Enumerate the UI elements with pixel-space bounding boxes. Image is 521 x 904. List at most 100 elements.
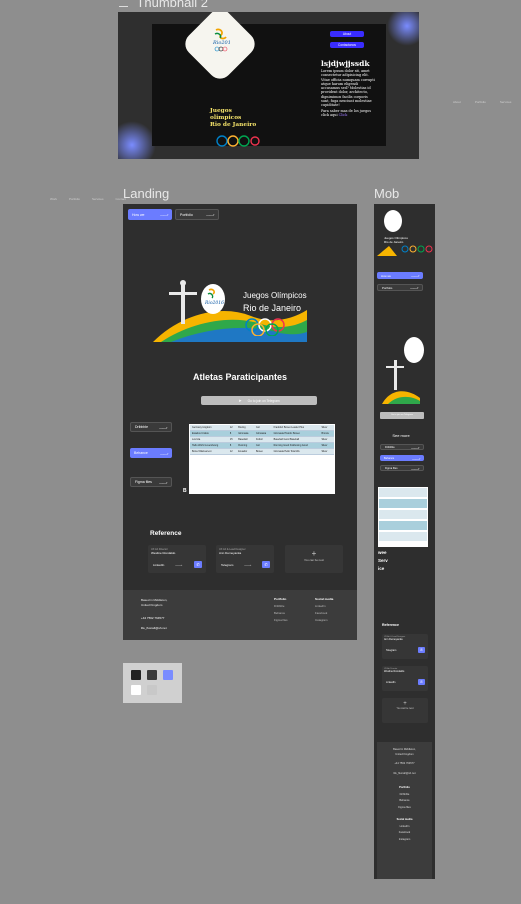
- mob-reference-card-2[interactable]: UX Art Director Wesline Rondaldo LinkedI…: [382, 666, 428, 691]
- reference-title: Reference: [150, 530, 182, 537]
- side-button-dribbble[interactable]: Dribbble ——›: [130, 422, 172, 432]
- footer-location: Based in Middleton, United Kingdom: [141, 598, 167, 607]
- footer-portfolio-item[interactable]: Dribbble: [274, 603, 288, 610]
- footer-social-item[interactable]: Instagram: [315, 617, 333, 624]
- footer-location-line2: United Kingdom: [141, 602, 163, 607]
- mob-button-dribbble[interactable]: Dribbble ——›: [380, 444, 424, 450]
- mob-hero-badge: [384, 210, 402, 232]
- reference-link-1[interactable]: LinkedIn ——›: [153, 563, 182, 567]
- mob-table-row: [379, 532, 427, 541]
- mob-table-row: [379, 499, 427, 508]
- mob-footer-social-item[interactable]: Instagram: [377, 838, 432, 843]
- side-button-behance-label: Behance: [134, 451, 148, 455]
- reference-link-2-label: Telegram: [221, 563, 234, 567]
- arrow-right-icon: ——›: [412, 455, 420, 461]
- mob-footer-portfolio-item[interactable]: Figma files: [377, 806, 432, 811]
- swatch-dark-gray[interactable]: [147, 670, 157, 680]
- thumbnail-more: Para saber mas de los juegos click aqui …: [321, 109, 377, 118]
- landing-frame[interactable]: How we ——› Portfolio ——› Rio2016 Juegos …: [123, 204, 357, 640]
- small-nav-services[interactable]: Services: [92, 197, 104, 201]
- table-cell: 12: [227, 448, 237, 455]
- mob-footer-email[interactable]: life_fluxrafi@sh.net: [377, 772, 432, 777]
- swatch-blue[interactable]: [163, 670, 173, 680]
- mob-telegram-button[interactable]: Go to join on Telegram: [380, 412, 424, 419]
- footer-portfolio-item[interactable]: Figma files: [274, 617, 288, 624]
- footer-social-item[interactable]: Facebook: [315, 610, 333, 617]
- table-cell: Bona Villarreal ext: [190, 448, 228, 455]
- swatch-light-gray[interactable]: [147, 685, 157, 695]
- mob-nav-how-we-label: How we: [381, 273, 391, 278]
- side-button-dribbble-label: Dribbble: [135, 425, 149, 429]
- mob-footer-portfolio-item[interactable]: Behance: [377, 799, 432, 804]
- phone-icon[interactable]: ✆: [194, 561, 202, 568]
- reference-link-1-label: LinkedIn: [153, 563, 165, 567]
- mob-side-text-3: ice: [378, 566, 385, 571]
- mob-footer-portfolio-item[interactable]: Dribbble: [377, 793, 432, 798]
- landing-nav-how-we[interactable]: How we ——›: [128, 209, 172, 220]
- phone-icon[interactable]: ✆: [262, 561, 270, 568]
- color-swatches-panel[interactable]: [123, 663, 182, 703]
- hero-rings-icon: [243, 316, 295, 337]
- footer-phone[interactable]: +44 7562 764577: [141, 616, 164, 620]
- right-link-portfolio[interactable]: Portfolio: [475, 100, 486, 104]
- add-reference-card[interactable]: + You can be next: [285, 545, 343, 573]
- frame-grid-icon: [119, 0, 128, 7]
- svg-text:Rio2016: Rio2016: [204, 300, 224, 306]
- mob-statue-art: [380, 334, 432, 404]
- reference-link-2[interactable]: Telegram ——›: [221, 563, 251, 567]
- thumbnail-frame-label[interactable]: Thumbnail 2: [136, 0, 208, 10]
- mob-frame-label[interactable]: Mob: [374, 186, 399, 201]
- contact-button[interactable]: Contactanos: [330, 42, 364, 48]
- mob-nav-portfolio[interactable]: Portfolio ——›: [377, 284, 423, 291]
- mob-see-more[interactable]: See more: [374, 433, 428, 438]
- thumbnail-frame[interactable]: Rio2016 About Contactanos lsjdjwjjssdk L…: [118, 12, 419, 159]
- thumbnail-body: Lorem ipsum dolor sit, amet consectetur …: [321, 69, 377, 117]
- about-button[interactable]: About: [330, 31, 364, 37]
- table-cell: Boxeo: [253, 448, 272, 455]
- right-link-services[interactable]: Services: [500, 100, 512, 104]
- arrow-right-icon: ——›: [160, 450, 168, 456]
- mob-button-figma[interactable]: Figma files ——›: [380, 465, 424, 471]
- mob-footer-social-item[interactable]: Facebook: [377, 831, 432, 836]
- mob-add-reference-label: You can be next: [396, 707, 414, 710]
- thumbnail-more-link[interactable]: Click: [339, 113, 348, 117]
- mob-nav-how-we[interactable]: How we ——›: [377, 272, 423, 279]
- footer-email[interactable]: life_fluxrafi@sh.net: [141, 626, 167, 630]
- athletes-table: Germany kingdom 12 Boxing Gol Frankfurt Boxe…: [190, 425, 334, 455]
- mob-add-reference-card[interactable]: + You can be next: [382, 698, 428, 723]
- small-nav-work[interactable]: Work: [50, 197, 57, 201]
- footer-portfolio-item[interactable]: Behance: [274, 610, 288, 617]
- footer-social-item[interactable]: LinkedIn: [315, 603, 333, 610]
- phone-icon[interactable]: ✆: [418, 647, 425, 653]
- reference-card-1[interactable]: UX Art Director Wesline Rondaldo LinkedI…: [148, 545, 206, 573]
- mob-side-text-2: Serv: [378, 558, 388, 563]
- glow-bottom-left: [118, 121, 156, 159]
- mob-telegram-label: Go to join on Telegram: [391, 414, 413, 416]
- side-button-behance[interactable]: Behance ——›: [130, 448, 172, 458]
- side-button-figma[interactable]: Figma files ——›: [130, 477, 172, 487]
- mob-reference-link-2[interactable]: LinkedIn: [386, 681, 395, 684]
- right-link-about[interactable]: About: [453, 100, 461, 104]
- telegram-button[interactable]: ➤ Go to join on Telegram: [201, 396, 317, 405]
- landing-frame-label[interactable]: Landing: [123, 186, 169, 201]
- telegram-button-label: Go to join on Telegram: [247, 398, 280, 403]
- mob-reference-link-1[interactable]: Telegram: [386, 649, 396, 652]
- mob-reference-card-1[interactable]: UX Art & Lead Designer Ann Demeyanka Tel…: [382, 634, 428, 659]
- phone-icon[interactable]: ✆: [418, 679, 425, 685]
- landing-nav-portfolio-label: Portfolio: [180, 212, 193, 217]
- side-button-figma-label: Figma files: [135, 480, 152, 484]
- swatch-white[interactable]: [131, 685, 141, 695]
- mob-footer-phone[interactable]: +44 7562 764577: [377, 762, 432, 767]
- arrow-right-icon: ——›: [411, 444, 419, 450]
- small-nav-portfolio[interactable]: Portfolio: [69, 197, 80, 201]
- rio-logo-icon: Rio2016: [212, 28, 235, 54]
- mob-footer-social-item[interactable]: LinkedIn: [377, 825, 432, 830]
- mob-button-behance[interactable]: Behance ——›: [380, 455, 424, 461]
- mob-frame[interactable]: Juegos Olímpicos Rio de Janeiro How we ——…: [374, 204, 435, 879]
- footer-social-col: Social media LinkedIn Facebook Instagram: [315, 596, 333, 624]
- thumbnail-body-text: Lorem ipsum dolor sit, amet consectetur …: [321, 69, 375, 108]
- arrow-right-icon: ——›: [175, 563, 183, 567]
- landing-nav-portfolio[interactable]: Portfolio ——›: [175, 209, 219, 220]
- swatch-black[interactable]: [131, 670, 141, 680]
- reference-card-2[interactable]: UX Art & Lead Designer Ann Demeyanka Tel…: [216, 545, 274, 573]
